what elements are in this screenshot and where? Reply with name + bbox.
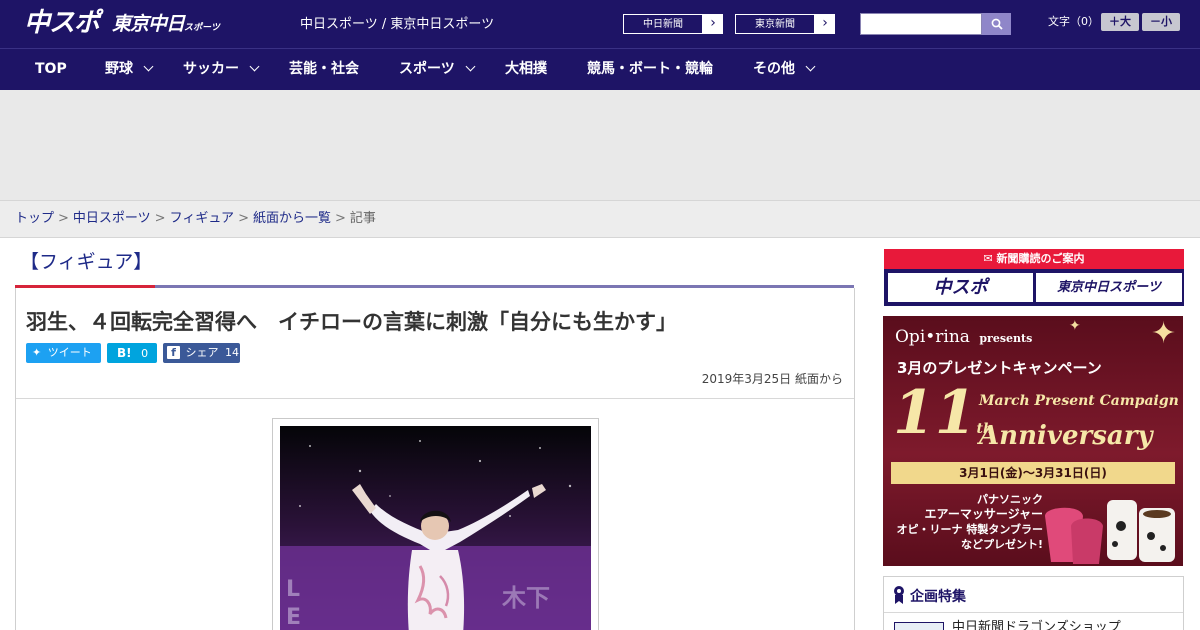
breadcrumb-separator: > bbox=[238, 211, 249, 226]
breadcrumb-link-print-list[interactable]: 紙面から一覧 bbox=[253, 211, 331, 226]
figure-skater-photo: L E 木下 bbox=[280, 426, 591, 630]
campaign-period-text: 3月1日(金)〜3月31日(日) bbox=[959, 466, 1107, 480]
nav-item-soccer[interactable]: サッカー bbox=[183, 49, 260, 91]
page: 中スポ 東京中日スポーツ 中日スポーツ / 東京中日スポーツ 中日新聞 › 東京… bbox=[0, 0, 1200, 630]
tokyo-logo-text: 東京中日 bbox=[112, 13, 185, 35]
hatena-icon: B! bbox=[117, 346, 132, 360]
present-campaign-banner[interactable]: Opi•rina presents ✦ ✦ 3月のプレゼントキャンペーン 11t… bbox=[883, 316, 1183, 566]
breadcrumb-separator: > bbox=[154, 211, 166, 226]
breadcrumb-separator: > bbox=[58, 211, 69, 226]
campaign-prize-line: パナソニック bbox=[977, 493, 1043, 506]
chevron-down-icon bbox=[249, 61, 260, 72]
site-header: 中スポ 東京中日スポーツ 中日スポーツ / 東京中日スポーツ 中日新聞 › 東京… bbox=[0, 0, 1200, 48]
category-heading: 【フィギュア】 bbox=[20, 251, 153, 273]
font-increase-button[interactable]: ＋大 bbox=[1101, 13, 1139, 31]
hatena-count: 0 bbox=[141, 347, 149, 360]
nav-item-label: その他 bbox=[753, 61, 795, 77]
nav-item-label: 競馬・ボート・競輪 bbox=[587, 61, 713, 77]
chevron-right-icon: › bbox=[710, 15, 716, 31]
campaign-prize-line: エアーマッサージャー bbox=[924, 507, 1043, 521]
hatena-bookmark-button[interactable]: B! 0 bbox=[107, 343, 157, 363]
article-divider bbox=[16, 398, 854, 399]
subscribe-chuspo-link[interactable]: 中スポ bbox=[888, 273, 1033, 302]
chuspo-logo[interactable]: 中スポ bbox=[24, 8, 100, 38]
chevron-down-icon bbox=[805, 61, 816, 72]
nav-item-baseball[interactable]: 野球 bbox=[105, 49, 154, 91]
campaign-prize-line: オピ・リーナ 特製タンブラー bbox=[896, 523, 1044, 536]
main-nav: TOP 野球 サッカー 芸能・社会 スポーツ 大相撲 競馬・ボート・競輪 その他 bbox=[0, 48, 1200, 90]
breadcrumb-link-top[interactable]: トップ bbox=[15, 211, 54, 226]
campaign-brand: Opi•rina presents bbox=[895, 326, 1032, 350]
campaign-number-value: 11 bbox=[893, 378, 977, 448]
nav-item-label: 芸能・社会 bbox=[289, 61, 359, 77]
subscribe-tokyo-chunichi-link[interactable]: 東京中日スポーツ bbox=[1036, 273, 1182, 302]
search-icon bbox=[991, 18, 1003, 30]
breadcrumb-current: 記事 bbox=[349, 211, 376, 226]
newspaper-icon: ✉ bbox=[983, 252, 997, 265]
search-button[interactable] bbox=[982, 13, 1011, 35]
feature-divider bbox=[884, 612, 1183, 613]
campaign-line2: Anniversary bbox=[979, 421, 1153, 451]
tokyo-logo-suffix: スポーツ bbox=[184, 23, 220, 33]
nav-item-entertainment[interactable]: 芸能・社会 bbox=[289, 49, 359, 91]
breadcrumb-bar: トップ > 中日スポーツ > フィギュア > 紙面から一覧 > 記事 bbox=[0, 200, 1200, 238]
breadcrumb-link-figure[interactable]: フィギュア bbox=[170, 211, 234, 226]
svg-text:L: L bbox=[286, 577, 300, 602]
breadcrumb: トップ > 中日スポーツ > フィギュア > 紙面から一覧 > 記事 bbox=[15, 211, 376, 227]
tokyo-shimbun-link[interactable]: 東京新聞 › bbox=[734, 13, 836, 35]
breadcrumb-separator: > bbox=[334, 211, 346, 226]
font-size-label: 文字（0） bbox=[1048, 15, 1099, 28]
tweet-label: ツイート bbox=[47, 346, 92, 359]
search-input[interactable] bbox=[860, 13, 982, 35]
chevron-down-icon bbox=[465, 61, 476, 72]
campaign-prize: パナソニック エアーマッサージャー オピ・リーナ 特製タンブラー などプレゼント… bbox=[893, 492, 1044, 552]
feature-item-dragons-shop[interactable]: 中日新聞ドラゴンズショップ bbox=[952, 620, 1121, 630]
sparkle-icon: ✦ bbox=[1151, 316, 1177, 351]
nav-item-racing[interactable]: 競馬・ボート・競輪 bbox=[587, 49, 713, 91]
breadcrumb-link-chunichi-sports[interactable]: 中日スポーツ bbox=[73, 211, 151, 226]
subscription-heading-text: 新聞購読のご案内 bbox=[996, 252, 1085, 265]
article-headline: 羽生、４回転完全習得へ イチローの言葉に刺激「自分にも生かす」 bbox=[26, 310, 677, 334]
campaign-prize-line: などプレゼント! bbox=[960, 538, 1043, 551]
tweet-button[interactable]: ✦ ツイート bbox=[26, 343, 101, 363]
chevron-right-icon: › bbox=[822, 15, 828, 31]
feature-section-heading: 企画特集 bbox=[910, 589, 966, 605]
prize-products-image bbox=[1045, 500, 1175, 564]
campaign-brand-suffix: presents bbox=[979, 332, 1033, 345]
site-name-link[interactable]: 中日スポーツ / 東京中日スポーツ bbox=[300, 16, 494, 34]
nav-item-label: 野球 bbox=[105, 61, 133, 77]
facebook-share-label: シェア bbox=[185, 346, 219, 359]
nav-item-sumo[interactable]: 大相撲 bbox=[505, 49, 547, 91]
paper-link-label: 中日新聞 bbox=[623, 14, 703, 34]
ribbon-icon bbox=[893, 585, 905, 605]
nav-item-label: TOP bbox=[35, 61, 67, 77]
tokyo-chunichi-logo[interactable]: 東京中日スポーツ bbox=[112, 12, 220, 40]
font-decrease-button[interactable]: －小 bbox=[1142, 13, 1180, 31]
svg-text:木下: 木下 bbox=[501, 584, 550, 612]
nav-item-sports[interactable]: スポーツ bbox=[399, 49, 476, 91]
facebook-icon: f bbox=[167, 345, 180, 359]
facebook-share-count: 14 bbox=[225, 346, 239, 359]
paper-link-label: 東京新聞 bbox=[735, 14, 815, 34]
subscription-heading: ✉ 新聞購読のご案内 bbox=[884, 249, 1184, 269]
chunichi-shimbun-link[interactable]: 中日新聞 › bbox=[622, 13, 724, 35]
campaign-title: 3月のプレゼントキャンペーン bbox=[897, 359, 1102, 377]
nav-item-other[interactable]: その他 bbox=[753, 49, 816, 91]
facebook-share-button[interactable]: f シェア 14 bbox=[163, 343, 240, 363]
campaign-period: 3月1日(金)〜3月31日(日) bbox=[891, 462, 1175, 484]
chevron-down-icon bbox=[143, 61, 154, 72]
nav-item-label: サッカー bbox=[183, 61, 239, 77]
twitter-icon: ✦ bbox=[32, 346, 42, 359]
article-photo[interactable]: L E 木下 bbox=[280, 426, 591, 630]
ad-banner-area bbox=[0, 90, 1200, 200]
svg-text:E: E bbox=[286, 605, 301, 630]
nav-item-label: スポーツ bbox=[399, 61, 455, 77]
sparkle-icon: ✦ bbox=[1069, 318, 1081, 334]
campaign-brand-name: Opi•rina bbox=[895, 327, 970, 347]
campaign-line1: March Present Campaign bbox=[979, 393, 1179, 409]
article-dateline: 2019年3月25日 紙面から bbox=[701, 372, 843, 386]
nav-item-top[interactable]: TOP bbox=[35, 49, 67, 91]
feature-thumbnail[interactable] bbox=[894, 622, 944, 630]
nav-item-label: 大相撲 bbox=[505, 61, 547, 77]
